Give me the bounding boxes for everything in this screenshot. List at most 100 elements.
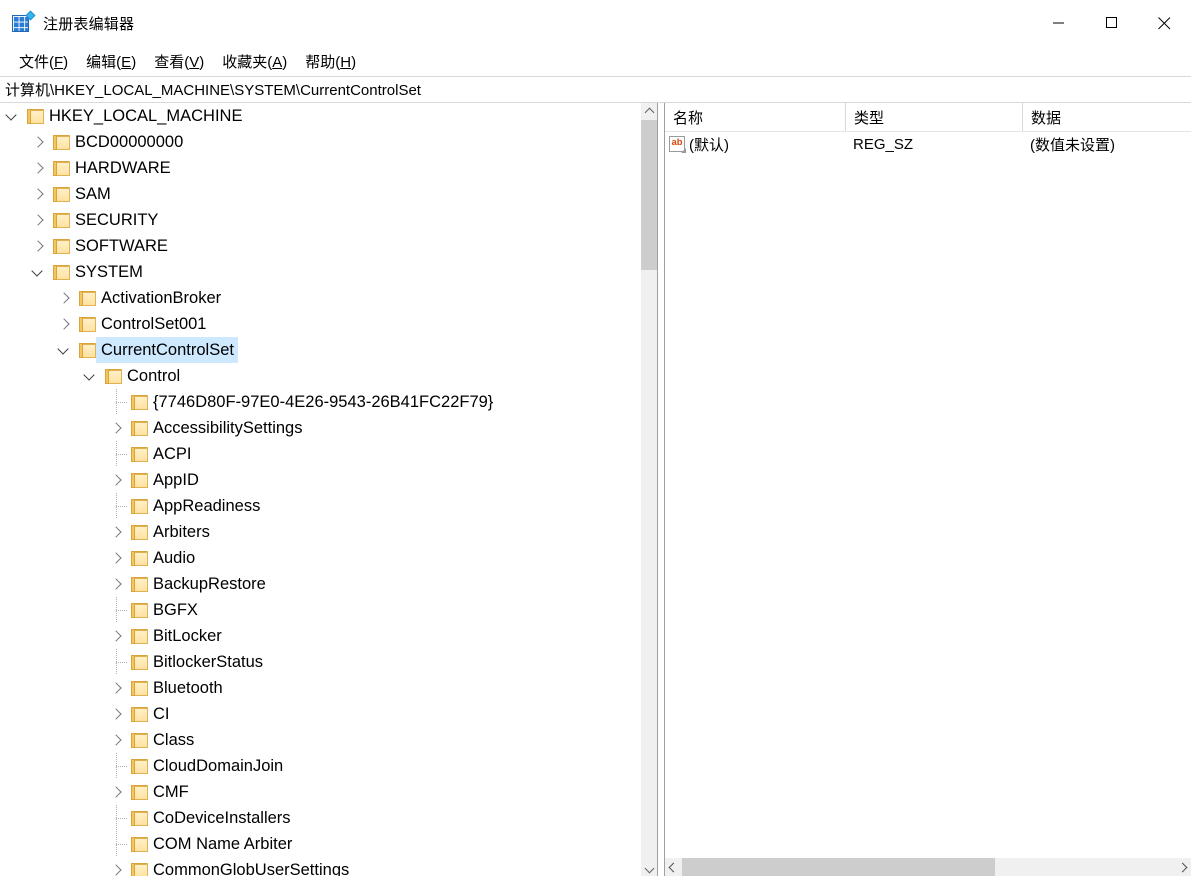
tree-item-cmf[interactable]: CMF <box>0 779 640 805</box>
chevron-right-icon[interactable] <box>104 675 130 701</box>
tree-item-hardware[interactable]: HARDWARE <box>0 155 640 181</box>
chevron-right-icon[interactable] <box>104 623 130 649</box>
folder-icon <box>79 342 96 358</box>
tree-item-label: ControlSet001 <box>101 315 207 333</box>
tree-indent-guide <box>78 701 104 727</box>
tree-item-class[interactable]: Class <box>0 727 640 753</box>
tree-scroll-thumb[interactable] <box>641 120 657 270</box>
tree-item-bitlocker[interactable]: BitLocker <box>0 623 640 649</box>
chevron-right-icon[interactable] <box>26 155 52 181</box>
values-scroll-thumb[interactable] <box>682 858 995 876</box>
chevron-right-icon[interactable] <box>104 571 130 597</box>
tree-item-audio[interactable]: Audio <box>0 545 640 571</box>
chevron-right-icon[interactable] <box>26 233 52 259</box>
tree-item-label: SOFTWARE <box>75 237 168 255</box>
tree-item-appreadiness[interactable]: AppReadiness <box>0 493 640 519</box>
tree-item-acpi[interactable]: ACPI <box>0 441 640 467</box>
tree-item-bitlockerstatus[interactable]: BitlockerStatus <box>0 649 640 675</box>
chevron-right-icon[interactable] <box>104 415 130 441</box>
tree-indent-guide <box>52 363 78 389</box>
menu-favorites[interactable]: 收藏夹(A) <box>213 49 296 74</box>
chevron-right-icon[interactable] <box>26 207 52 233</box>
chevron-right-icon[interactable] <box>52 311 78 337</box>
tree-item-appid[interactable]: AppID <box>0 467 640 493</box>
close-button[interactable] <box>1138 0 1191 46</box>
tree-indent-guide <box>52 467 78 493</box>
menu-view-accel: V <box>189 53 200 71</box>
folder-icon <box>131 576 148 592</box>
chevron-right-icon[interactable] <box>104 545 130 571</box>
chevron-right-icon[interactable] <box>104 779 130 805</box>
tree-item-currentcontrolset[interactable]: CurrentControlSet <box>0 337 640 363</box>
tree-item-com-name-arbiter[interactable]: COM Name Arbiter <box>0 831 640 857</box>
tree-item-hkey-local-machine[interactable]: HKEY_LOCAL_MACHINE <box>0 103 640 129</box>
folder-icon <box>131 862 148 876</box>
scroll-up-icon[interactable] <box>641 103 657 120</box>
tree-vertical-scrollbar[interactable] <box>640 103 657 876</box>
chevron-right-icon[interactable] <box>104 519 130 545</box>
column-header-data[interactable]: 数据 <box>1022 103 1191 131</box>
menu-view[interactable]: 查看(V) <box>145 49 213 74</box>
chevron-down-icon[interactable] <box>52 337 78 363</box>
tree-item-commonglobusersettings[interactable]: CommonGlobUserSettings <box>0 857 640 876</box>
menu-help[interactable]: 帮助(H) <box>296 49 365 74</box>
tree-item-codeviceinstallers[interactable]: CoDeviceInstallers <box>0 805 640 831</box>
chevron-down-icon[interactable] <box>26 259 52 285</box>
tree-item-label: SECURITY <box>75 211 159 229</box>
tree-indent-guide <box>0 753 26 779</box>
maximize-button[interactable] <box>1085 0 1138 46</box>
tree-item-ci[interactable]: CI <box>0 701 640 727</box>
chevron-right-icon[interactable] <box>104 857 130 876</box>
values-horizontal-scrollbar[interactable] <box>665 857 1191 876</box>
tree-item-security[interactable]: SECURITY <box>0 207 640 233</box>
chevron-right-icon[interactable] <box>26 181 52 207</box>
tree-item-system[interactable]: SYSTEM <box>0 259 640 285</box>
tree-indent-guide <box>52 727 78 753</box>
table-row[interactable]: ab (默认) REG_SZ (数值未设置) <box>665 132 1191 156</box>
chevron-right-icon[interactable] <box>26 129 52 155</box>
menu-file[interactable]: 文件(F) <box>10 49 77 74</box>
tree-item-software[interactable]: SOFTWARE <box>0 233 640 259</box>
folder-icon <box>131 628 148 644</box>
tree-indent-guide <box>0 545 26 571</box>
tree-item-arbiters[interactable]: Arbiters <box>0 519 640 545</box>
tree-indent-guide <box>52 831 78 857</box>
chevron-right-icon[interactable] <box>104 467 130 493</box>
chevron-right-icon[interactable] <box>52 285 78 311</box>
tree-indent-guide <box>0 285 26 311</box>
menu-edit-tail: ) <box>131 53 137 71</box>
folder-icon <box>131 394 148 410</box>
tree-item-label: HKEY_LOCAL_MACHINE <box>49 107 243 125</box>
scroll-down-icon[interactable] <box>641 859 657 876</box>
address-path[interactable]: 计算机\HKEY_LOCAL_MACHINE\SYSTEM\CurrentCon… <box>0 79 421 100</box>
folder-icon <box>79 316 96 332</box>
tree-item-label: CurrentControlSet <box>96 337 238 363</box>
tree-item-controlset001[interactable]: ControlSet001 <box>0 311 640 337</box>
tree-indent-guide <box>78 571 104 597</box>
tree-indent-guide <box>0 233 26 259</box>
menu-view-tail: ) <box>199 53 205 71</box>
tree-item-bluetooth[interactable]: Bluetooth <box>0 675 640 701</box>
tree-item-bcd00000000[interactable]: BCD00000000 <box>0 129 640 155</box>
tree-item-bgfx[interactable]: BGFX <box>0 597 640 623</box>
tree-indent-guide <box>52 519 78 545</box>
column-header-type[interactable]: 类型 <box>845 103 1022 131</box>
tree-item-accessibilitysettings[interactable]: AccessibilitySettings <box>0 415 640 441</box>
scroll-right-icon[interactable] <box>1174 858 1191 876</box>
tree-item-backuprestore[interactable]: BackupRestore <box>0 571 640 597</box>
tree-item-control[interactable]: Control <box>0 363 640 389</box>
chevron-right-icon[interactable] <box>104 727 130 753</box>
column-header-name[interactable]: 名称 <box>665 103 845 131</box>
chevron-down-icon[interactable] <box>0 103 26 129</box>
tree-item-activationbroker[interactable]: ActivationBroker <box>0 285 640 311</box>
tree-item-sam[interactable]: SAM <box>0 181 640 207</box>
minimize-button[interactable] <box>1032 0 1085 46</box>
chevron-right-icon[interactable] <box>104 701 130 727</box>
menu-edit[interactable]: 编辑(E) <box>77 49 145 74</box>
chevron-down-icon[interactable] <box>78 363 104 389</box>
address-bar[interactable]: 计算机\HKEY_LOCAL_MACHINE\SYSTEM\CurrentCon… <box>0 76 1191 103</box>
tree-indent-guide <box>0 259 26 285</box>
scroll-left-icon[interactable] <box>665 858 682 876</box>
tree-item-clouddomainjoin[interactable]: CloudDomainJoin <box>0 753 640 779</box>
tree-item-7746d80f-97e0-4e26-9543-26b41fc22f79[interactable]: {7746D80F-97E0-4E26-9543-26B41FC22F79} <box>0 389 640 415</box>
